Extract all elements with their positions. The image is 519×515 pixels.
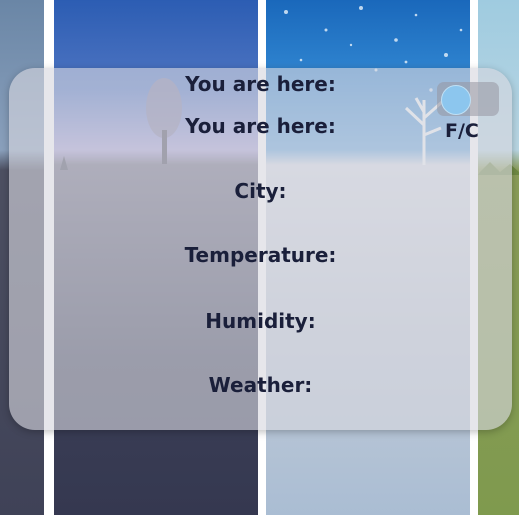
humidity-label: Humidity:	[205, 309, 316, 333]
temperature-label: Temperature:	[184, 243, 337, 267]
city-label: City:	[234, 179, 287, 203]
toggle-knob	[441, 85, 471, 115]
unit-toggle-label: F/C	[445, 120, 479, 142]
unit-toggle[interactable]	[437, 82, 499, 116]
location-subheading: You are here:	[185, 114, 336, 138]
weather-label: Weather:	[208, 373, 313, 397]
weather-card: You are here: You are here: City: Temper…	[9, 68, 512, 430]
